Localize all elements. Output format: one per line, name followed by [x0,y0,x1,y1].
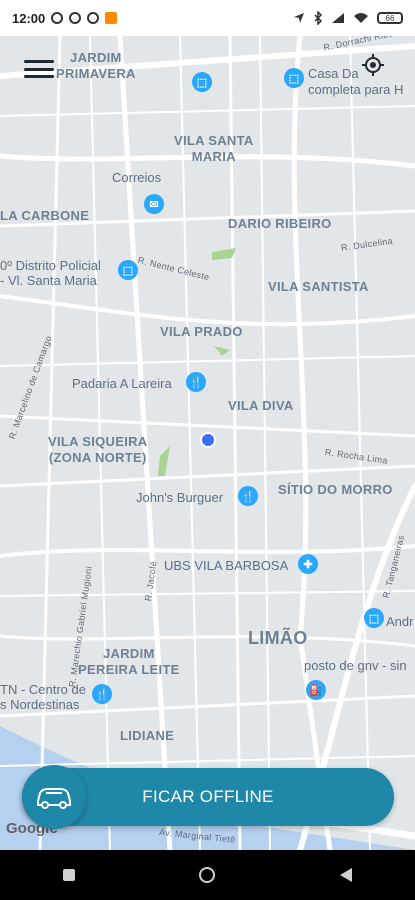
menu-bar-2 [24,67,54,71]
bluetooth-icon [314,11,323,25]
ficar-offline-label: FICAR OFFLINE [142,787,274,806]
label-vila-santista-text: VILA SANTISTA [268,279,369,294]
location-arrow-icon [294,13,304,23]
recents-icon [63,869,76,881]
poi-distrito-label: 0º Distrito Policial - Vl. Santa Maria [0,258,101,288]
battery-icon: 66 [377,12,403,24]
poi-padaria-icon[interactable]: 🍴 [186,372,206,392]
poi-completa-label: completa para H [308,82,404,97]
label-vila-prado-text: VILA PRADO [160,324,243,339]
label-limao: LIMÃO [248,628,308,648]
app-notification-icon [105,12,118,24]
label-vila-prado: VILA PRADO [160,324,243,340]
poi-distrito-icon[interactable]: ⬚ [118,260,138,280]
label-lidiane-text: LIDIANE [120,728,175,743]
poi-padaria-label: Padaria A Lareira [72,376,172,391]
menu-bar-1 [24,60,54,63]
status-bar: 12:00 66 [0,0,415,36]
status-left: 12:00 [12,10,118,26]
back-button[interactable] [332,861,360,889]
label-lidiane: LIDIANE [120,728,174,744]
menu-bar-3 [24,75,54,78]
poi-johns-label: John's Burguer [136,490,224,505]
my-location-button[interactable] [362,54,388,80]
label-vila-santista: VILA SANTISTA [268,279,369,295]
label-vila-santa-maria: VILA SANTA MARIA [174,133,254,165]
whatsapp-icon [87,12,100,24]
status-right: 66 [293,11,403,25]
signal-icon [332,13,344,23]
crosshair-icon [362,54,384,76]
menu-button[interactable] [22,56,56,82]
home-button[interactable] [193,861,221,889]
android-nav-bar [0,850,415,900]
label-vila-diva: VILA DIVA [228,398,294,414]
label-sitio-do-morro: SÍTIO DO MORRO [278,482,393,498]
home-icon [199,867,216,883]
label-jardim-pereira-leite: JARDIM PEREIRA LEITE [78,646,180,678]
poi-johns-icon[interactable]: 🍴 [238,486,258,506]
label-la-carbone-text: LA CARBONE [0,208,90,223]
poi-correios-icon[interactable]: ✉ [144,194,164,214]
status-time: 12:00 [12,10,46,26]
label-jardim-pereira-leite-text: JARDIM PEREIRA LEITE [78,646,180,677]
car-icon [37,788,71,809]
poi-ubs-label: UBS VILA BARBOSA [164,558,289,573]
poi-shop-icon[interactable]: ⬚ [192,72,212,92]
poi-ubs-icon[interactable]: ✚ [298,554,318,574]
battery-level: 66 [385,13,395,23]
label-la-carbone: LA CARBONE [0,208,89,224]
label-dario-ribeiro: DARIO RIBEIRO [228,216,332,232]
recents-button[interactable] [55,861,83,889]
poi-andr-label: Andr [386,614,414,629]
poi-casa-icon[interactable]: ⬚ [284,68,304,88]
label-vila-santa-maria-text: VILA SANTA MARIA [174,133,254,164]
notification-icon [51,12,64,24]
car-icon-circle[interactable] [22,765,86,829]
back-icon [339,868,352,882]
label-jardim-primavera-text: JARDIM PRIMAVERA [56,50,136,81]
alarm-icon [69,12,82,24]
poi-posto-icon[interactable]: ⛽ [306,680,326,700]
label-sitio-do-morro-text: SÍTIO DO MORRO [278,482,393,497]
label-vila-siqueira: VILA SIQUEIRA (ZONA NORTE) [48,434,147,466]
poi-ctn-icon[interactable]: 🍴 [92,684,112,704]
map-view[interactable]: JARDIM PRIMAVERA VILA SANTA MARIA LA CAR… [0,36,415,850]
label-jardim-primavera: JARDIM PRIMAVERA [56,50,136,82]
label-vila-diva-text: VILA DIVA [228,398,294,413]
poi-correios-label: Correios [112,170,162,185]
poi-posto-label: posto de gnv - sin [304,658,407,673]
label-vila-siqueira-text: VILA SIQUEIRA (ZONA NORTE) [48,434,148,465]
label-limao-text: LIMÃO [248,628,308,648]
user-location-dot [202,434,214,446]
label-dario-ribeiro-text: DARIO RIBEIRO [228,216,332,231]
poi-andr-icon[interactable]: ⬚ [364,608,384,628]
poi-casa-da-label: Casa Da [308,66,359,81]
wifi-icon [354,13,368,23]
